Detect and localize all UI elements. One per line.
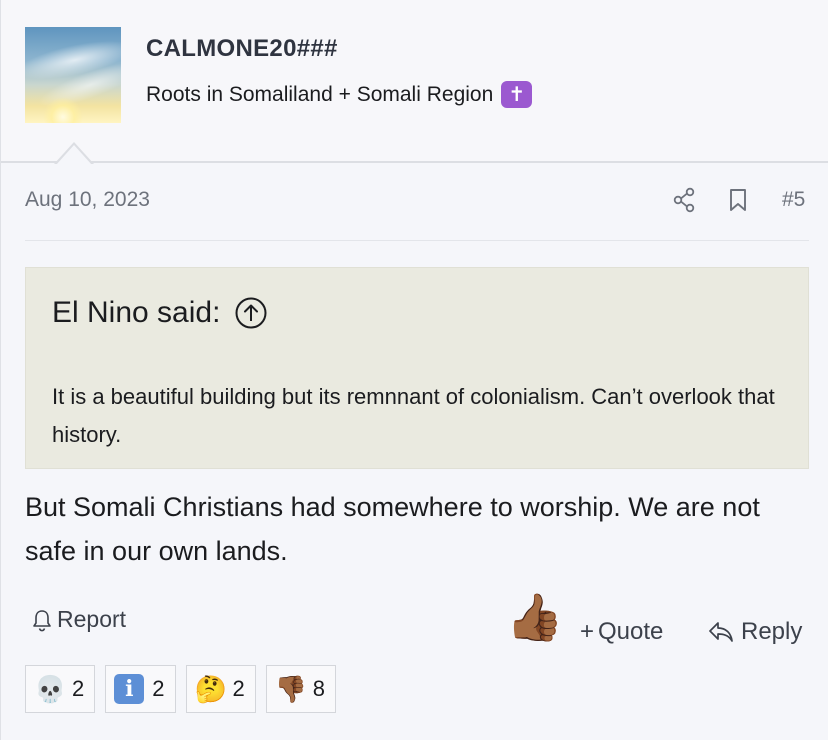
post-date[interactable]: Aug 10, 2023 (25, 188, 150, 212)
quote-attribution: El Nino said: (52, 296, 268, 330)
bell-icon (33, 609, 51, 631)
quote-button[interactable]: + Quote (580, 618, 663, 646)
thinking-face-icon: 🤔 (194, 674, 227, 704)
reaction-count: 2 (152, 676, 165, 701)
divider (25, 240, 809, 241)
quote-label: Quote (598, 618, 664, 645)
skull-icon: 💀 (34, 674, 67, 704)
reaction-thumbs-down[interactable]: 👎🏾 8 (265, 665, 336, 713)
reply-label: Reply (741, 618, 803, 645)
information-icon: i (114, 674, 145, 704)
reaction-count: 2 (72, 676, 85, 701)
forum-post: CALMONE20### Roots in Somaliland + Somal… (0, 0, 828, 740)
reactions-bar: 💀 2 i 2 🤔 2 👎🏾 8 (25, 665, 336, 713)
arrow-up-circle-icon[interactable] (234, 296, 268, 330)
plus-icon: + (580, 618, 595, 645)
like-button[interactable]: 👍🏾 (506, 590, 563, 644)
report-label: Report (57, 606, 127, 632)
reaction-thinking[interactable]: 🤔 2 (185, 665, 256, 713)
reaction-info[interactable]: i 2 (105, 665, 176, 713)
quote-text: It is a beautiful building but its remnn… (52, 384, 775, 447)
avatar[interactable] (25, 27, 121, 123)
reply-arrow-icon (709, 622, 733, 642)
user-header: CALMONE20### Roots in Somaliland + Somal… (1, 0, 828, 163)
report-button[interactable]: Report (31, 606, 126, 633)
post-number-link[interactable]: #5 (782, 188, 805, 212)
reaction-count: 2 (232, 676, 245, 701)
user-title: Roots in Somaliland + Somali Region ✝ (146, 81, 533, 108)
reply-button[interactable]: Reply (707, 618, 802, 646)
reaction-skull[interactable]: 💀 2 (25, 665, 96, 713)
bookmark-icon[interactable] (727, 188, 749, 212)
username[interactable]: CALMONE20### (146, 35, 338, 63)
user-title-text: Roots in Somaliland + Somali Region (146, 82, 494, 106)
share-icon[interactable] (672, 187, 696, 213)
message-body: But Somali Christians had somewhere to w… (25, 492, 760, 566)
cross-icon: ✝ (501, 81, 533, 108)
quote-block: El Nino said: It is a beautiful building… (25, 267, 809, 469)
quote-author: El Nino said: (52, 296, 221, 329)
thumbs-down-icon: 👎🏾 (274, 674, 308, 704)
reaction-count: 8 (312, 676, 325, 701)
